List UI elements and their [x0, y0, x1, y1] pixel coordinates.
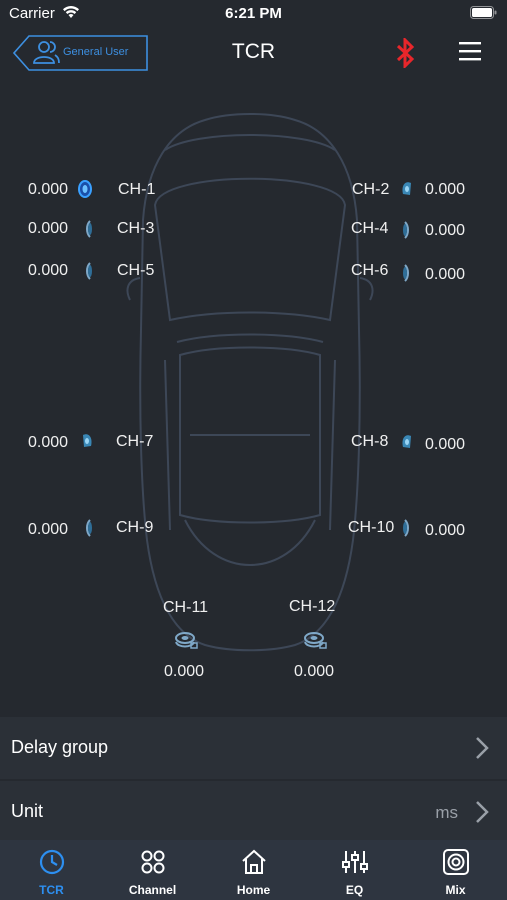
tab-home-label: Home [236, 883, 271, 897]
speaker-icon[interactable] [84, 219, 94, 244]
speaker-icon[interactable] [84, 518, 94, 543]
chevron-right-icon [475, 736, 489, 765]
ch9-label: CH-9 [116, 519, 154, 536]
home-icon [242, 849, 266, 874]
ch11-value: 0.000 [164, 663, 205, 680]
ch3-label: CH-3 [117, 220, 155, 237]
sliders-icon [342, 851, 368, 873]
status-bar: Carrier 6:21 PM [0, 0, 507, 28]
nav-header: General User TCR [0, 28, 507, 78]
ch8-label: CH-8 [351, 433, 389, 450]
ch12-value: 0.000 [294, 663, 335, 680]
speaker-icon [443, 849, 469, 875]
unit-value: ms [435, 803, 458, 822]
ch6-value: 0.000 [425, 266, 466, 283]
ch2-label: CH-2 [352, 181, 390, 198]
menu-icon[interactable] [459, 41, 481, 66]
ch3-value: 0.000 [28, 220, 69, 237]
tab-tcr[interactable]: TCR [1, 840, 102, 900]
speaker-icon[interactable] [76, 179, 94, 204]
delay-group-row[interactable]: Delay group [0, 717, 507, 779]
battery-icon [470, 6, 497, 24]
subwoofer-icon[interactable] [173, 630, 199, 655]
tab-home[interactable]: Home [203, 840, 304, 900]
speaker-icon[interactable] [80, 432, 94, 455]
speaker-icon[interactable] [84, 261, 94, 286]
ch4-value: 0.000 [425, 222, 466, 239]
ch5-value: 0.000 [28, 262, 69, 279]
unit-label: Unit [11, 801, 44, 821]
speaker-icon[interactable] [401, 220, 411, 245]
tab-channel-label: Channel [128, 883, 177, 897]
ch10-value: 0.000 [425, 522, 466, 539]
speaker-icon[interactable] [401, 263, 411, 288]
unit-row[interactable]: Unit ms [0, 781, 507, 843]
tab-mix-label: Mix [445, 883, 466, 897]
speaker-icon[interactable] [400, 180, 414, 203]
car-outline [126, 113, 374, 652]
tab-channel[interactable]: Channel [102, 840, 203, 900]
chevron-right-icon [475, 800, 489, 829]
ch11-label: CH-11 [163, 599, 209, 616]
clock-time: 6:21 PM [225, 5, 282, 22]
ch5-label: CH-5 [117, 262, 155, 279]
ch6-label: CH-6 [351, 262, 389, 279]
ch4-label: CH-4 [351, 220, 389, 237]
subwoofer-icon[interactable] [302, 630, 328, 655]
grid-icon [141, 850, 165, 874]
ch8-value: 0.000 [425, 436, 466, 453]
tab-tcr-label: TCR [39, 883, 64, 897]
bluetooth-icon[interactable] [395, 36, 417, 73]
tab-bar: TCR Channel Home EQ Mix [0, 840, 507, 900]
ch7-label: CH-7 [116, 433, 154, 450]
ch1-value: 0.000 [28, 181, 69, 198]
ch12-label: CH-12 [289, 598, 336, 615]
ch2-value: 0.000 [425, 181, 466, 198]
clock-icon [39, 849, 65, 875]
tab-eq[interactable]: EQ [304, 840, 405, 900]
tab-mix[interactable]: Mix [405, 840, 506, 900]
delay-group-label: Delay group [11, 737, 109, 757]
speaker-icon[interactable] [401, 518, 411, 543]
page-title: TCR [231, 40, 276, 63]
tab-eq-label: EQ [345, 883, 364, 897]
speaker-icon[interactable] [400, 433, 414, 456]
ch10-label: CH-10 [348, 519, 395, 536]
ch9-value: 0.000 [28, 521, 69, 538]
ch7-value: 0.000 [28, 434, 69, 451]
ch1-label: CH-1 [118, 181, 156, 198]
